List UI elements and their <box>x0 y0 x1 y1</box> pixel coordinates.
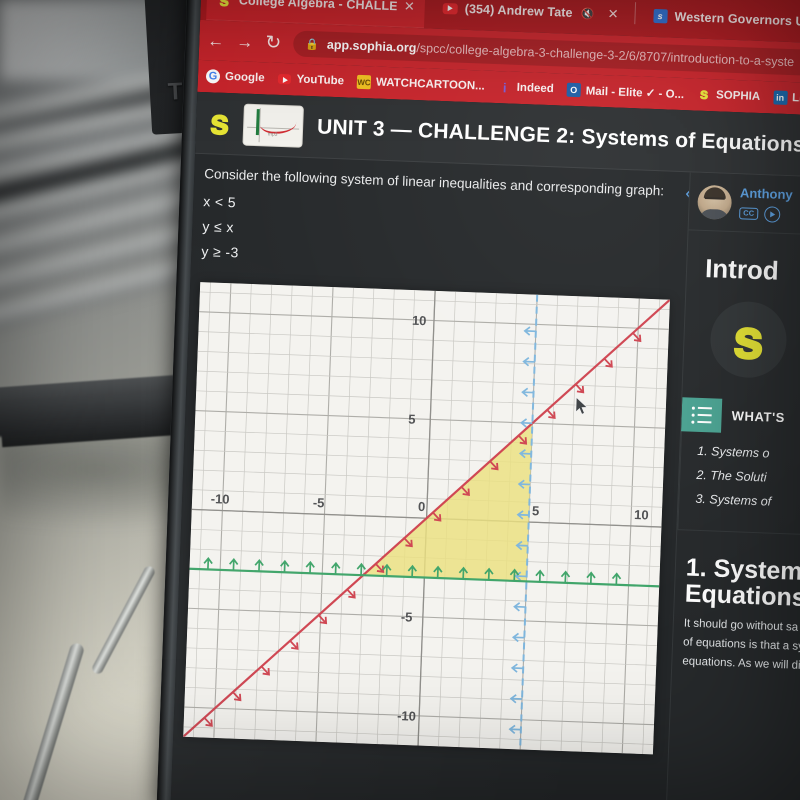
back-icon[interactable]: ← <box>207 31 225 51</box>
close-icon[interactable]: ✕ <box>607 6 618 22</box>
mute-icon[interactable]: 🔇 <box>581 7 595 21</box>
tutorial-heading: Introd <box>704 253 780 286</box>
close-icon[interactable]: ✕ <box>404 0 415 15</box>
whats-covered-label: WHAT'S <box>731 408 786 426</box>
outlook-icon: O <box>566 82 582 98</box>
tab-title: College Algebra - CHALLENGE <box>238 0 398 14</box>
x-axis-tick-label: -5 <box>313 495 325 510</box>
section-heading-line-1: 1. System <box>685 553 800 586</box>
question-block: Consider the following system of linear … <box>201 164 680 276</box>
whats-covered-header: WHAT'S <box>681 397 800 437</box>
sophia-logo-icon: 𝐬 <box>732 309 765 371</box>
lock-icon: 🔒 <box>304 38 320 51</box>
sophia-icon: 𝐬 <box>217 0 233 9</box>
url-text: app.sophia.org/spcc/college-algebra-3-ch… <box>327 38 795 70</box>
bookmark-sophia[interactable]: 𝐬 SOPHIA <box>697 86 761 104</box>
bookmark-linkedin[interactable]: in Linked <box>772 90 800 106</box>
graph-svg: -10 -5 0 5 10 -10 -5 5 10 <box>183 282 670 755</box>
tutorial-sidebar: Anthony CC Introd 𝐬 WHAT'S 1. Systems o … <box>665 172 800 800</box>
tab-title: (354) Andrew Tate and F&F <box>464 1 574 20</box>
page-title: UNIT 3 — CHALLENGE 2: Systems of Equatio… <box>316 114 800 158</box>
indeed-icon: i <box>502 79 507 95</box>
google-icon: G <box>205 69 221 84</box>
avatar <box>697 184 733 220</box>
sophia-badge: 𝐬 <box>709 300 788 380</box>
wgu-icon: s <box>652 8 668 24</box>
bookmark-outlook-mail[interactable]: O Mail - Elite ✓ - O... <box>566 82 685 102</box>
reload-icon[interactable]: ↻ <box>265 32 282 54</box>
tutorial-author-row: Anthony CC <box>688 172 800 237</box>
x-axis-tick-label: 5 <box>532 503 540 518</box>
laptop-photo-screenshot: Th 𝐬 College Algebra - CHALLENGE ✕ (354)… <box>0 0 800 800</box>
bookmark-label: Google <box>224 70 265 85</box>
watchcartoon-icon: WC <box>356 74 372 90</box>
bookmark-youtube[interactable]: YouTube <box>277 72 344 88</box>
inequality-graph: -10 -5 0 5 10 -10 -5 5 10 <box>183 282 670 755</box>
graph-thumbnail-icon: mp3 <box>242 103 304 148</box>
y-axis-tick-label: 10 <box>412 313 427 329</box>
tab-title: Western Governors University <box>674 9 800 31</box>
youtube-icon <box>277 72 292 87</box>
bookmark-watchcartoon[interactable]: WC WATCHCARTOON... <box>356 74 485 94</box>
list-icon <box>681 397 723 433</box>
cc-icon[interactable]: CC <box>739 207 759 220</box>
bookmark-label: Indeed <box>516 81 554 96</box>
linkedin-icon: in <box>772 90 788 105</box>
x-axis-tick-label: 10 <box>634 507 649 523</box>
y-axis-tick-label: -5 <box>401 609 413 624</box>
toc-item-3[interactable]: 3. Systems of <box>695 492 800 512</box>
toc-item-1[interactable]: 1. Systems o <box>697 444 800 464</box>
y-axis-tick-label: 5 <box>408 412 416 427</box>
youtube-icon <box>442 0 458 16</box>
x-axis-tick-label: 0 <box>418 499 426 514</box>
bookmark-label: Linked <box>791 92 800 106</box>
forward-icon[interactable]: → <box>236 32 254 52</box>
bookmark-label: Mail - Elite ✓ - O... <box>585 85 685 102</box>
table-of-contents: 1. Systems o 2. The Soluti 3. Systems of <box>677 431 800 537</box>
y-axis-tick-label: -10 <box>397 708 416 724</box>
author-name[interactable]: Anthony <box>740 185 793 202</box>
url-host: app.sophia.org <box>326 37 417 56</box>
toc-item-2[interactable]: 2. The Soluti <box>696 468 800 488</box>
sophia-logo-icon[interactable]: 𝐬 <box>210 104 230 142</box>
tab-divider <box>634 2 637 25</box>
page-content: 𝐬 mp3 UNIT 3 — CHALLENGE 2: Systems of E… <box>170 91 800 800</box>
bookmark-label: YouTube <box>296 73 345 88</box>
laptop-screen: 𝐬 College Algebra - CHALLENGE ✕ (354) An… <box>170 0 800 800</box>
play-icon[interactable] <box>763 206 781 223</box>
bookmark-label: SOPHIA <box>715 89 761 103</box>
bookmark-indeed[interactable]: i Indeed <box>497 80 554 96</box>
bookmark-label: WATCHCARTOON... <box>375 76 485 93</box>
sophia-icon: 𝐬 <box>699 86 709 103</box>
bookmark-google[interactable]: G Google <box>205 69 265 85</box>
url-path: /spcc/college-algebra-3-challenge-3-2/6/… <box>416 41 795 70</box>
x-axis-tick-label: -10 <box>211 491 230 507</box>
